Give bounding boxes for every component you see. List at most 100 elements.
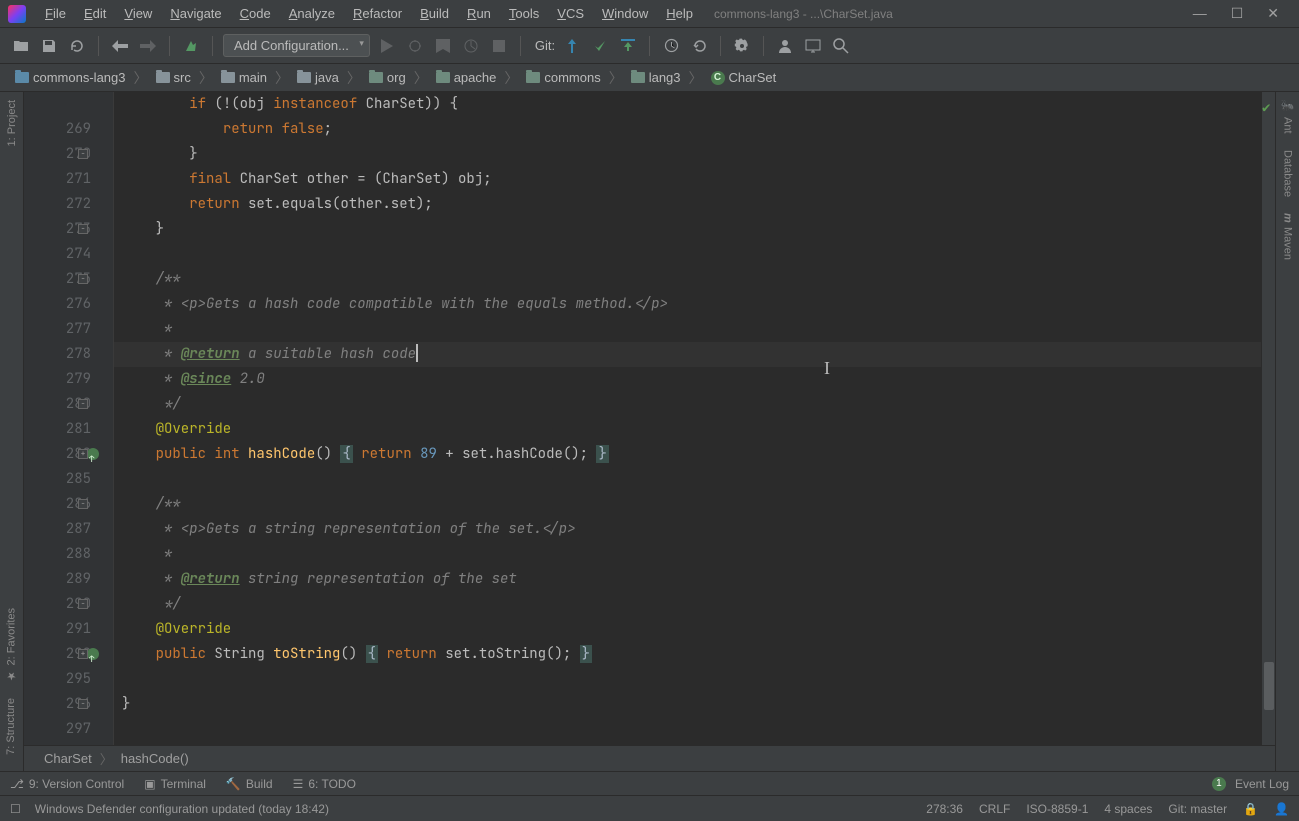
editor[interactable]: 269270-271272273-274275-276277278279280-… xyxy=(24,92,1275,745)
tool-tab-structure[interactable]: 7: Structure xyxy=(3,690,19,763)
tool-tab-project[interactable]: 1: Project xyxy=(4,92,20,154)
code-line[interactable]: } xyxy=(114,217,1261,242)
code-line[interactable]: * xyxy=(114,542,1261,567)
history-icon[interactable] xyxy=(660,35,682,57)
tool-tab-favorites[interactable]: ★ 2: Favorites xyxy=(3,600,20,690)
code-line[interactable]: */ xyxy=(114,392,1261,417)
code-line[interactable]: } xyxy=(114,692,1261,717)
override-icon[interactable] xyxy=(87,448,99,460)
fold-icon[interactable]: + xyxy=(78,449,88,459)
code-line[interactable]: @Override xyxy=(114,617,1261,642)
tool-tab-terminal[interactable]: ▣ Terminal xyxy=(144,777,206,791)
line-number[interactable]: 279 xyxy=(24,367,91,392)
menu-window[interactable]: Window xyxy=(593,3,657,24)
line-number[interactable]: 276 xyxy=(24,292,91,317)
line-number[interactable]: 282+ xyxy=(24,442,91,467)
crumb-class[interactable]: CharSet xyxy=(44,751,92,766)
status-indent[interactable]: 4 spaces xyxy=(1104,802,1152,816)
line-number[interactable]: 270- xyxy=(24,142,91,167)
editor-scrollbar[interactable]: ✔ xyxy=(1261,92,1275,745)
fold-icon[interactable]: - xyxy=(78,699,88,709)
event-log[interactable]: 1 Event Log xyxy=(1212,777,1289,791)
tool-tab-vcs[interactable]: ⎇ 9: Version Control xyxy=(10,777,124,791)
code-line[interactable]: final CharSet other = (CharSet) obj; xyxy=(114,167,1261,192)
line-number[interactable]: 287 xyxy=(24,517,91,542)
tool-tab-maven[interactable]: m Maven xyxy=(1280,205,1296,268)
hector-icon[interactable]: 👤 xyxy=(1274,802,1289,816)
code-line[interactable]: * @since 2.0 xyxy=(114,367,1261,392)
presentation-icon[interactable] xyxy=(802,35,824,57)
menu-code[interactable]: Code xyxy=(231,3,280,24)
code-line[interactable] xyxy=(114,667,1261,692)
gutter[interactable]: 269270-271272273-274275-276277278279280-… xyxy=(24,92,114,745)
menu-build[interactable]: Build xyxy=(411,3,458,24)
crumb-commons-lang3[interactable]: commons-lang3 xyxy=(10,68,131,87)
crumb-main[interactable]: main xyxy=(216,68,272,87)
fold-icon[interactable]: - xyxy=(78,274,88,284)
code-area[interactable]: I if (!(obj instanceof CharSet)) { retur… xyxy=(114,92,1261,745)
tool-tab-todo[interactable]: ☰ 6: TODO xyxy=(293,777,356,791)
code-line[interactable]: */ xyxy=(114,592,1261,617)
menu-vcs[interactable]: VCS xyxy=(548,3,593,24)
fold-icon[interactable]: - xyxy=(78,599,88,609)
fold-icon[interactable]: - xyxy=(78,499,88,509)
settings-icon[interactable] xyxy=(731,35,753,57)
code-line[interactable]: * <p>Gets a hash code compatible with th… xyxy=(114,292,1261,317)
code-line[interactable]: @Override xyxy=(114,417,1261,442)
line-number[interactable]: 288 xyxy=(24,542,91,567)
code-line[interactable]: * xyxy=(114,317,1261,342)
override-icon[interactable] xyxy=(87,648,99,660)
code-line[interactable]: public String toString() { return set.to… xyxy=(114,642,1261,667)
tool-tab-build[interactable]: 🔨 Build xyxy=(226,777,273,791)
line-number[interactable]: 274 xyxy=(24,242,91,267)
code-line[interactable]: /** xyxy=(114,492,1261,517)
statusbar-icon[interactable]: ☐ xyxy=(10,802,21,816)
menu-edit[interactable]: Edit xyxy=(75,3,115,24)
avatar-icon[interactable] xyxy=(774,35,796,57)
line-number[interactable]: 271 xyxy=(24,167,91,192)
maximize-icon[interactable]: ☐ xyxy=(1231,5,1244,22)
line-number[interactable] xyxy=(24,92,91,117)
open-icon[interactable] xyxy=(10,35,32,57)
crumb-apache[interactable]: apache xyxy=(431,68,502,87)
code-line[interactable]: } xyxy=(114,142,1261,167)
menu-navigate[interactable]: Navigate xyxy=(161,3,230,24)
status-encoding[interactable]: ISO-8859-1 xyxy=(1026,802,1088,816)
code-line[interactable]: return false; xyxy=(114,117,1261,142)
line-number[interactable]: 272 xyxy=(24,192,91,217)
git-push-icon[interactable] xyxy=(617,35,639,57)
editor-breadcrumbs[interactable]: CharSet 〉 hashCode() xyxy=(24,745,1275,771)
code-line[interactable]: * <p>Gets a string representation of the… xyxy=(114,517,1261,542)
line-number[interactable]: 296- xyxy=(24,692,91,717)
line-number[interactable]: 291 xyxy=(24,617,91,642)
minimize-icon[interactable]: — xyxy=(1193,5,1207,22)
menu-analyze[interactable]: Analyze xyxy=(280,3,344,24)
rollback-icon[interactable] xyxy=(688,35,710,57)
code-line[interactable]: if (!(obj instanceof CharSet)) { xyxy=(114,92,1261,117)
line-number[interactable]: 289 xyxy=(24,567,91,592)
crumb-lang3[interactable]: lang3 xyxy=(626,68,686,87)
crumb-src[interactable]: src xyxy=(151,68,196,87)
line-number[interactable]: 285 xyxy=(24,467,91,492)
code-line[interactable]: public int hashCode() { return 89 + set.… xyxy=(114,442,1261,467)
git-update-icon[interactable] xyxy=(561,35,583,57)
search-icon[interactable] xyxy=(830,35,852,57)
build-icon[interactable] xyxy=(180,35,202,57)
git-commit-icon[interactable] xyxy=(589,35,611,57)
crumb-commons[interactable]: commons xyxy=(521,68,605,87)
scroll-thumb[interactable] xyxy=(1264,662,1274,710)
code-line[interactable] xyxy=(114,467,1261,492)
code-line[interactable]: return set.equals(other.set); xyxy=(114,192,1261,217)
line-number[interactable]: 273- xyxy=(24,217,91,242)
close-icon[interactable]: ✕ xyxy=(1267,5,1279,22)
tool-tab-database[interactable]: Database xyxy=(1280,142,1296,205)
status-git[interactable]: Git: master xyxy=(1168,802,1227,816)
line-number[interactable]: 280- xyxy=(24,392,91,417)
menu-tools[interactable]: Tools xyxy=(500,3,548,24)
menu-file[interactable]: File xyxy=(36,3,75,24)
menu-run[interactable]: Run xyxy=(458,3,500,24)
tool-tab-ant[interactable]: 🐜 Ant xyxy=(1279,92,1296,142)
fold-icon[interactable]: - xyxy=(78,149,88,159)
back-icon[interactable] xyxy=(109,35,131,57)
code-line[interactable]: /** xyxy=(114,267,1261,292)
